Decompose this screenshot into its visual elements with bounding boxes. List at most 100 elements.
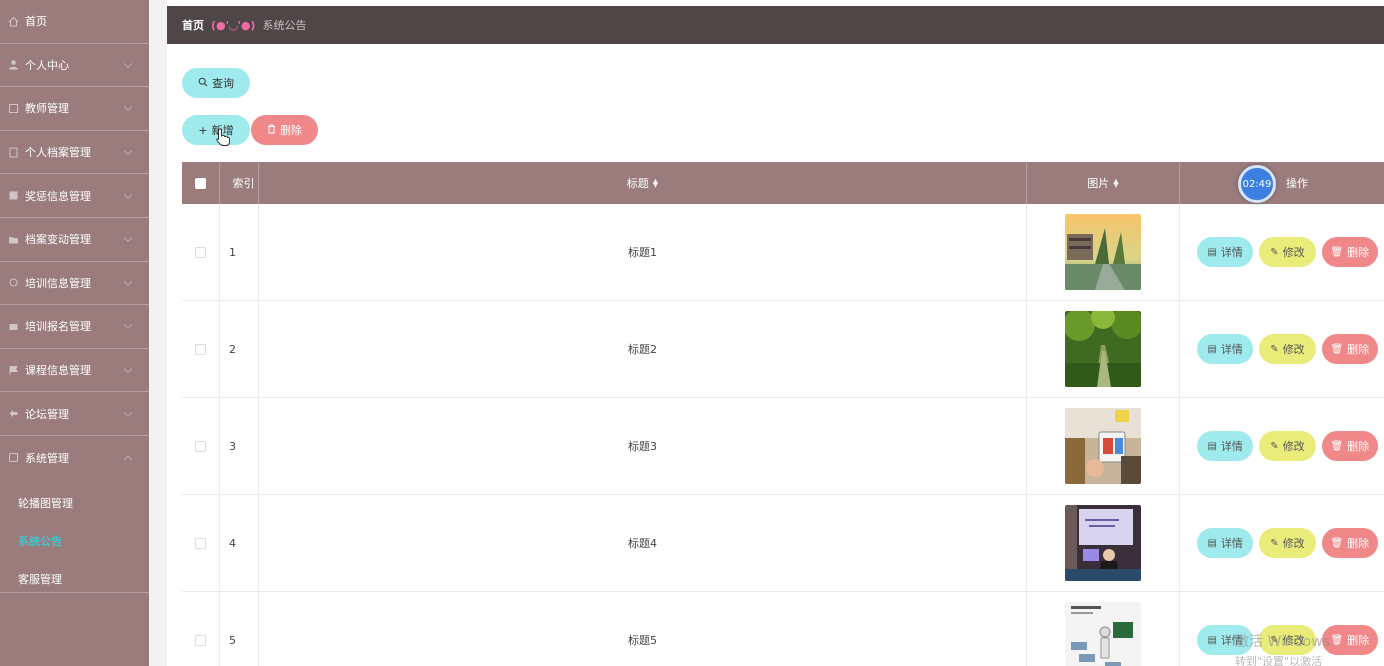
breadcrumb-current: 系统公告 <box>262 19 307 32</box>
row-thumbnail[interactable] <box>1065 214 1141 290</box>
sidebar-item-label: 奖惩信息管理 <box>25 189 91 203</box>
table-row: 1 标题1 ▤ 详情 ✎ 修改 🗑 删除 <box>182 204 1384 301</box>
row-image-cell <box>1027 204 1180 300</box>
header-index: 索引 <box>220 162 259 204</box>
folder-icon <box>7 233 19 245</box>
sidebar-item-forum[interactable]: 论坛管理 <box>0 392 149 436</box>
batch-delete-button[interactable]: 删除 <box>251 115 318 145</box>
sidebar-item-teacher[interactable]: 教师管理 <box>0 87 149 131</box>
delete-button-label: 删除 <box>1347 343 1370 356</box>
row-index: 5 <box>220 592 259 666</box>
signup-icon <box>7 320 19 332</box>
pencil-icon: ✎ <box>1270 440 1279 452</box>
select-all-checkbox[interactable] <box>195 177 206 189</box>
sidebar-item-label: 论坛管理 <box>25 407 69 421</box>
sidebar-item-personal-center[interactable]: 个人中心 <box>0 44 149 88</box>
edit-button-label: 修改 <box>1282 537 1305 550</box>
book-icon <box>7 364 19 376</box>
row-thumbnail[interactable] <box>1065 505 1141 581</box>
document-icon: ▤ <box>1207 634 1217 646</box>
row-actions: ▤ 详情 ✎ 修改 🗑 删除 <box>1180 495 1384 591</box>
sidebar-subitem-carousel[interactable]: 轮播图管理 <box>0 484 149 522</box>
sidebar-item-training-signup[interactable]: 培训报名管理 <box>0 305 149 349</box>
detail-button[interactable]: ▤ 详情 <box>1197 334 1254 364</box>
trash-icon: 🗑 <box>1330 343 1344 355</box>
delete-button[interactable]: 🗑 删除 <box>1321 334 1378 364</box>
sidebar-item-personal-archive[interactable]: 个人档案管理 <box>0 131 149 175</box>
edit-button[interactable]: ✎ 修改 <box>1259 431 1316 461</box>
sort-icon[interactable]: ▲ ▼ <box>653 178 658 189</box>
breadcrumb: 首页 (●'◡'●) 系统公告 <box>167 6 1384 44</box>
sidebar-item-archive-change[interactable]: 档案变动管理 <box>0 218 149 262</box>
row-checkbox[interactable] <box>195 343 206 355</box>
chevron-down-icon <box>123 146 133 156</box>
sidebar: 首页 个人中心 教师管理 个人档案管理 奖惩信息管理 档案变动管理 培训信息管理… <box>0 0 149 666</box>
sidebar-item-label: 个人档案管理 <box>25 146 91 160</box>
batch-delete-button-label: 删除 <box>280 124 302 137</box>
row-select <box>182 398 220 494</box>
chevron-down-icon <box>123 277 133 286</box>
row-image-cell <box>1027 495 1180 591</box>
row-image-cell <box>1027 301 1180 397</box>
header-select-all[interactable] <box>182 162 220 204</box>
row-index: 4 <box>220 495 259 591</box>
sort-icon[interactable]: ▲ ▼ <box>1113 178 1118 189</box>
header-actions: 操作 <box>1286 177 1308 190</box>
document-icon: ▤ <box>1207 537 1217 549</box>
row-checkbox[interactable] <box>195 537 206 549</box>
delete-button-label: 删除 <box>1347 537 1370 550</box>
row-image-cell <box>1027 398 1180 494</box>
sidebar-item-label: 系统管理 <box>25 451 69 465</box>
sidebar-item-system[interactable]: 系统管理 <box>0 436 149 480</box>
detail-button-label: 详情 <box>1220 537 1243 550</box>
edit-button-label: 修改 <box>1282 440 1305 453</box>
row-checkbox[interactable] <box>195 246 206 258</box>
document-icon: ▤ <box>1207 440 1217 452</box>
header-image[interactable]: 图片 ▲ ▼ <box>1027 162 1180 204</box>
sidebar-item-award[interactable]: 奖惩信息管理 <box>0 174 149 218</box>
document-icon: ▤ <box>1207 343 1217 355</box>
table-header: 索引 标题 ▲ ▼ 图片 ▲ ▼ 操作 <box>182 162 1384 204</box>
row-thumbnail[interactable] <box>1065 311 1141 387</box>
announcement-table: 索引 标题 ▲ ▼ 图片 ▲ ▼ 操作 1 标题1 ▤ 详情 ✎ 修改 🗑 删除… <box>182 162 1384 666</box>
chevron-down-icon <box>123 59 133 68</box>
delete-button[interactable]: 🗑 删除 <box>1321 528 1378 558</box>
delete-button[interactable]: 🗑 删除 <box>1321 237 1378 267</box>
row-select <box>182 204 220 300</box>
row-checkbox[interactable] <box>195 634 206 646</box>
main-content: 首页 (●'◡'●) 系统公告 查询 + 新增 删除 索引 标题 ▲ ▼ 图片 ▲… <box>149 0 1384 666</box>
header-title[interactable]: 标题 ▲ ▼ <box>259 162 1027 204</box>
user-icon <box>7 59 19 71</box>
timer-badge[interactable]: 02:49 <box>1238 165 1276 203</box>
row-actions: ▤ 详情 ✎ 修改 🗑 删除 <box>1180 398 1384 494</box>
chevron-down-icon <box>123 190 133 199</box>
sidebar-subitem-announcement[interactable]: 系统公告 <box>0 522 149 560</box>
row-title: 标题1 <box>259 204 1027 300</box>
pencil-icon: ✎ <box>1270 246 1279 258</box>
row-thumbnail[interactable] <box>1065 602 1141 666</box>
row-thumbnail[interactable] <box>1065 408 1141 484</box>
table-row: 5 标题5 ▤ 详情 ✎ 修改 🗑 删除 <box>182 592 1384 666</box>
sidebar-item-course[interactable]: 课程信息管理 <box>0 349 149 393</box>
breadcrumb-separator: (●'◡'●) <box>211 18 256 32</box>
sidebar-item-training-info[interactable]: 培训信息管理 <box>0 262 149 306</box>
edit-button-label: 修改 <box>1282 343 1305 356</box>
detail-button[interactable]: ▤ 详情 <box>1197 431 1254 461</box>
trash-icon <box>267 124 276 137</box>
hand-cursor-icon <box>216 128 230 146</box>
search-icon <box>198 77 208 90</box>
edit-button[interactable]: ✎ 修改 <box>1259 528 1316 558</box>
home-icon <box>7 15 19 27</box>
detail-button[interactable]: ▤ 详情 <box>1197 237 1254 267</box>
edit-button[interactable]: ✎ 修改 <box>1259 334 1316 364</box>
sidebar-item-home[interactable]: 首页 <box>0 0 149 44</box>
edit-button[interactable]: ✎ 修改 <box>1259 237 1316 267</box>
row-checkbox[interactable] <box>195 440 206 452</box>
search-button[interactable]: 查询 <box>182 68 250 98</box>
document-icon: ▤ <box>1207 246 1217 258</box>
breadcrumb-home[interactable]: 首页 <box>182 17 204 33</box>
detail-button[interactable]: ▤ 详情 <box>1197 528 1254 558</box>
delete-button[interactable]: 🗑 删除 <box>1321 431 1378 461</box>
row-select <box>182 495 220 591</box>
trash-icon: 🗑 <box>1330 440 1344 452</box>
